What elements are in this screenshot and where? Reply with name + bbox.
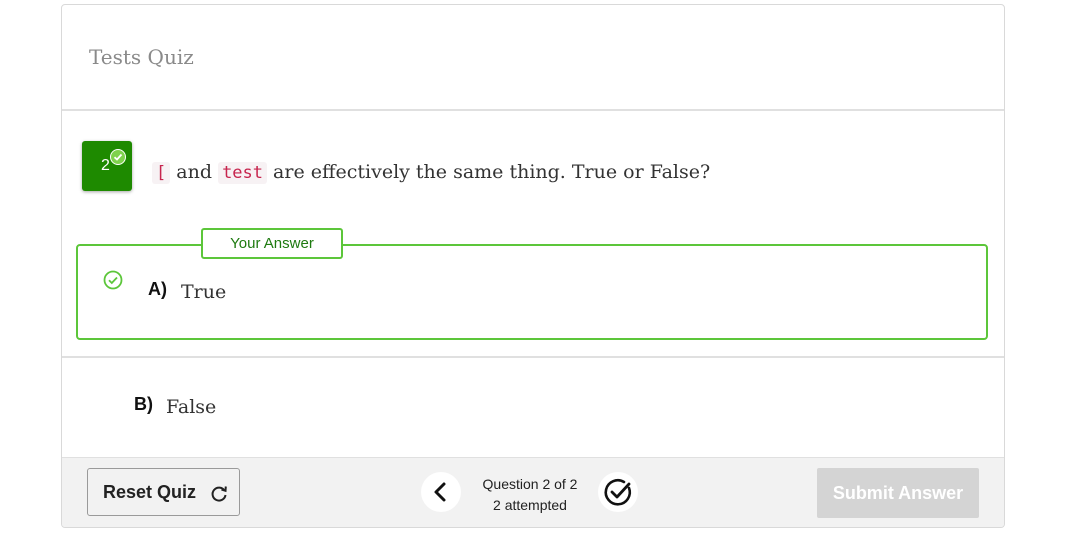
question-number-badge: 2: [82, 141, 132, 191]
option-b-letter: B): [134, 394, 153, 414]
chevron-left-icon: [434, 482, 446, 502]
quiz-title: Tests Quiz: [89, 45, 194, 69]
option-b-text: False: [166, 396, 217, 418]
question-counter: Question 2 of 2 2 attempted: [466, 474, 594, 516]
header-divider: [62, 109, 1004, 111]
reset-quiz-label: Reset Quiz: [103, 482, 197, 502]
quiz-footer: Reset Quiz Question 2 of 2 2 attempted S…: [62, 457, 1004, 527]
quiz-card: Tests Quiz 2 [ and test are effectively …: [61, 4, 1005, 528]
attempted-count: 2 attempted: [493, 497, 567, 513]
submit-answer-button[interactable]: Submit Answer: [817, 468, 979, 518]
check-answers-button[interactable]: [598, 472, 638, 512]
question-text-part-2: are effectively the same thing. True or …: [267, 161, 711, 183]
question-progress: Question 2 of 2: [482, 476, 578, 492]
previous-question-button[interactable]: [421, 472, 461, 512]
your-answer-label: Your Answer: [201, 228, 343, 259]
option-a-text: True: [181, 281, 227, 303]
reset-quiz-button[interactable]: Reset Quiz: [87, 468, 240, 516]
code-bracket: [: [152, 162, 171, 184]
question-text-part-1: and: [170, 161, 219, 183]
check-circle-icon: [103, 270, 123, 295]
check-badge-icon: [110, 149, 126, 165]
question-number: 2: [101, 157, 110, 174]
reload-icon: [211, 486, 227, 502]
code-test: test: [218, 162, 268, 184]
option-a-letter: A): [148, 279, 167, 299]
question-text: [ and test are effectively the same thin…: [152, 161, 711, 184]
answer-option-b[interactable]: B) False: [62, 358, 1004, 457]
check-circle-outline-icon: [604, 478, 632, 506]
